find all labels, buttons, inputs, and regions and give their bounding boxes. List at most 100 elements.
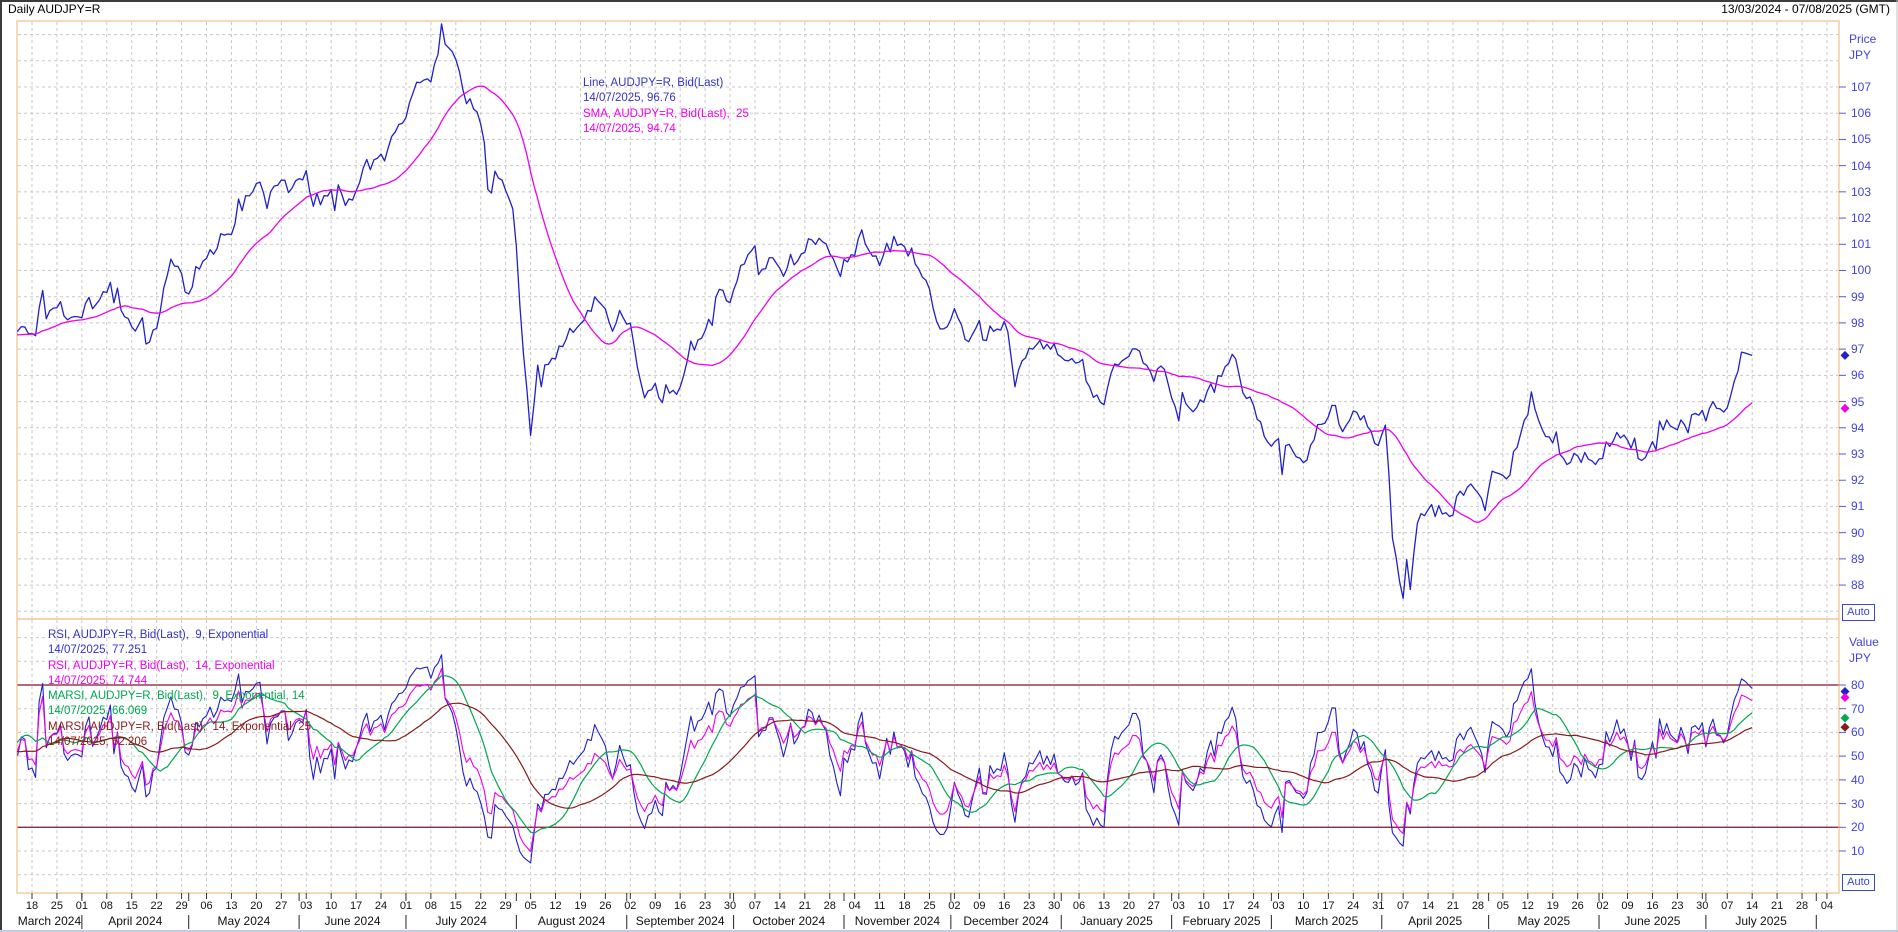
value-tick-label: 80: [1851, 678, 1864, 692]
x-axis-week-label: 24: [1247, 900, 1259, 912]
price-last-marker: [1841, 351, 1850, 360]
price-panel-border: [17, 21, 1839, 619]
price-tick-label: 103: [1851, 185, 1871, 199]
x-axis-week-label: 06: [200, 900, 212, 912]
x-axis-week-label: 05: [524, 900, 536, 912]
x-axis-week-label: 17: [350, 900, 362, 912]
price-tick-label: 97: [1851, 342, 1864, 356]
x-axis-month-label: May 2025: [1517, 914, 1570, 928]
x-axis-month-label: February 2025: [1182, 914, 1260, 928]
price-tick-label: 102: [1851, 211, 1871, 225]
value-axis-auto-button[interactable]: Auto: [1842, 874, 1875, 891]
x-axis-month-label: June 2024: [324, 914, 380, 928]
x-axis-week-label: 15: [126, 900, 138, 912]
axis-ticks: [32, 87, 1846, 929]
legend-price-line-name[interactable]: Line, AUDJPY=R, Bid(Last): [583, 76, 749, 91]
x-axis-week-label: 25: [923, 900, 935, 912]
x-axis-week-label: 26: [1572, 900, 1584, 912]
value-tick-label: 10: [1851, 844, 1864, 858]
x-axis-week-label: 04: [1821, 900, 1833, 912]
x-axis-week-label: 22: [151, 900, 163, 912]
x-axis-week-label: 14: [774, 900, 786, 912]
x-axis-week-label: 30: [1696, 900, 1708, 912]
legend-sma-name[interactable]: SMA, AUDJPY=R, Bid(Last), 25: [583, 107, 749, 122]
x-axis-month-label: November 2024: [855, 914, 940, 928]
legend-price-line-value[interactable]: 14/07/2025, 96.76: [583, 91, 749, 106]
x-axis-week-label: 19: [574, 900, 586, 912]
x-axis-week-label: 10: [1198, 900, 1210, 912]
x-axis-week-label: 03: [1173, 900, 1185, 912]
x-axis-week-label: 13: [1098, 900, 1110, 912]
x-axis-week-label: 25: [51, 900, 63, 912]
price-tick-label: 93: [1851, 447, 1864, 461]
value-axis-currency: JPY: [1849, 650, 1879, 666]
x-axis-week-label: 12: [549, 900, 561, 912]
legend-marsi9-value[interactable]: 14/07/2025, 66.069: [48, 704, 311, 719]
price-axis-title: Price: [1849, 31, 1876, 47]
x-axis-week-label: 02: [948, 900, 960, 912]
x-axis-week-label: 23: [699, 900, 711, 912]
x-axis-week-label: 11: [874, 900, 885, 912]
sma25-series[interactable]: [14, 86, 1752, 522]
value-tick-label: 30: [1851, 797, 1864, 811]
x-axis-week-label: 04: [849, 900, 861, 912]
x-axis-month-labels[interactable]: March 2024April 2024May 2024June 2024Jul…: [0, 914, 1898, 930]
x-axis-week-label: 20: [1123, 900, 1135, 912]
value-axis-header[interactable]: Value JPY: [1849, 634, 1879, 666]
price-tick-label: 98: [1851, 316, 1864, 330]
x-axis-week-label: 29: [500, 900, 512, 912]
price-axis-header[interactable]: Price JPY: [1849, 31, 1876, 63]
price-tick-label: 104: [1851, 159, 1871, 173]
x-axis-week-label: 21: [799, 900, 811, 912]
x-axis-month-label: May 2024: [218, 914, 271, 928]
x-axis-week-label: 28: [824, 900, 836, 912]
legend-rsi9-name[interactable]: RSI, AUDJPY=R, Bid(Last), 9, Exponential: [48, 628, 311, 643]
chart-canvas[interactable]: [0, 0, 1898, 932]
x-axis-month-label: September 2024: [636, 914, 725, 928]
legend-marsi14-name[interactable]: MARSI, AUDJPY=R, Bid(Last), 14, Exponent…: [48, 720, 311, 735]
value-tick-label: 40: [1851, 773, 1864, 787]
price-tick-label: 100: [1851, 263, 1871, 277]
x-axis-week-label: 27: [275, 900, 287, 912]
x-axis-month-label: March 2024: [18, 914, 81, 928]
x-axis-month-label: April 2025: [1408, 914, 1462, 928]
x-axis-week-label: 17: [1322, 900, 1334, 912]
legend-rsi14-value[interactable]: 14/07/2025, 74.744: [48, 674, 311, 689]
x-axis-week-label: 01: [400, 900, 412, 912]
x-axis-week-label: 17: [1223, 900, 1235, 912]
x-axis-week-label: 18: [26, 900, 38, 912]
x-axis-week-label: 03: [1272, 900, 1284, 912]
x-axis-month-label: March 2025: [1295, 914, 1358, 928]
x-axis-week-label: 23: [1023, 900, 1035, 912]
price-tick-label: 105: [1851, 132, 1871, 146]
price-tick-label: 91: [1851, 499, 1864, 513]
x-axis-week-label: 31: [1372, 900, 1384, 912]
legend-rsi14-name[interactable]: RSI, AUDJPY=R, Bid(Last), 14, Exponentia…: [48, 659, 311, 674]
legend-marsi14-value[interactable]: 14/07/2025, 62.206: [48, 735, 311, 750]
value-tick-label: 50: [1851, 749, 1864, 763]
x-axis-week-label: 03: [300, 900, 312, 912]
x-axis-week-label: 01: [76, 900, 88, 912]
price-tick-label: 99: [1851, 290, 1864, 304]
value-tick-label: 60: [1851, 725, 1864, 739]
legend-marsi9-name[interactable]: MARSI, AUDJPY=R, Bid(Last), 9, Exponenti…: [48, 689, 311, 704]
x-axis-week-label: 07: [1721, 900, 1733, 912]
x-axis-week-label: 10: [325, 900, 337, 912]
x-axis-week-label: 14: [1746, 900, 1758, 912]
x-axis-month-label: December 2024: [963, 914, 1048, 928]
x-axis-week-label: 16: [1646, 900, 1658, 912]
x-axis-week-label: 15: [450, 900, 462, 912]
legend-rsi9-value[interactable]: 14/07/2025, 77.251: [48, 643, 311, 658]
price-axis-auto-button[interactable]: Auto: [1842, 604, 1875, 621]
x-axis-week-label: 14: [1422, 900, 1434, 912]
legend-sma-value[interactable]: 14/07/2025, 94.74: [583, 122, 749, 137]
x-axis-day-labels[interactable]: 1825010815222906132027031017240108152229…: [0, 900, 1898, 913]
value-tick-label: 20: [1851, 820, 1864, 834]
x-axis-week-label: 09: [649, 900, 661, 912]
x-axis-week-label: 08: [101, 900, 113, 912]
x-axis-month-label: April 2024: [108, 914, 162, 928]
x-axis-week-label: 02: [624, 900, 636, 912]
x-axis-week-label: 16: [998, 900, 1010, 912]
sma-last-marker: [1841, 404, 1850, 413]
date-range: 13/03/2024 - 07/08/2025 (GMT): [1721, 2, 1890, 16]
